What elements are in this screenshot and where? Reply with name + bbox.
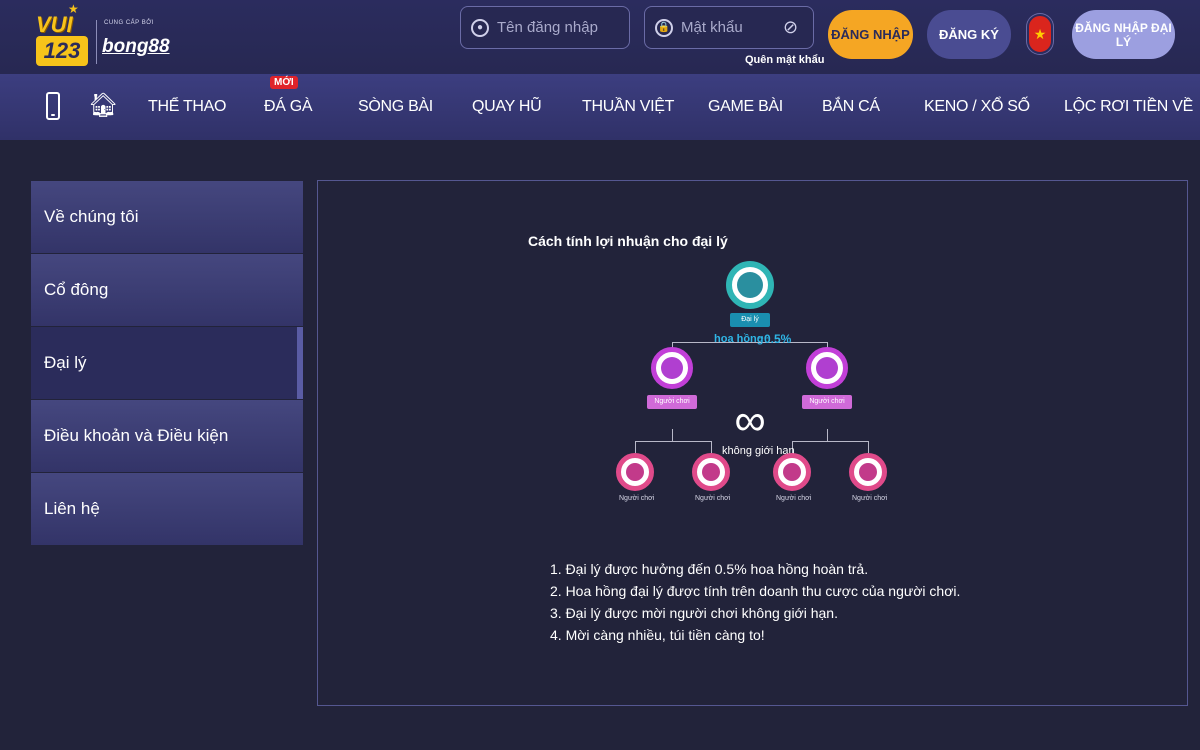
nav-item-da-ga[interactable]: ĐÁ GÀ (264, 98, 313, 116)
username-input[interactable] (497, 19, 617, 36)
benefit-item: 3. Đại lý được mời người chơi không giới… (550, 605, 838, 621)
nav-item-game-bai[interactable]: GAME BÀI (708, 98, 783, 116)
logo-brand-text: bong88 (102, 36, 170, 57)
player-leaf-label: Người chơi (619, 495, 655, 502)
connector-line (868, 441, 869, 453)
player-leaf-node (692, 453, 730, 491)
nav-item-thuan-viet[interactable]: THUẦN VIỆT (582, 98, 674, 116)
connector-line (635, 441, 636, 453)
nav-item-song-bai[interactable]: SÒNG BÀI (358, 98, 433, 116)
site-logo[interactable]: ★ VUI 123 CUNG CẤP BỞI bong88 (30, 2, 170, 70)
logo-divider (96, 20, 97, 64)
logo-provider-text: CUNG CẤP BỞI (104, 20, 155, 26)
player-leaf-label: Người chơi (776, 495, 812, 502)
agent-commission-diagram: Đại lý hoa hồng lên tới 0.5% Người chơi … (608, 261, 898, 531)
sidebar-item-agent[interactable]: Đại lý (31, 327, 303, 399)
player-tag: Người chơi (802, 395, 852, 409)
password-field[interactable]: 🔒 ⊘ (644, 6, 814, 49)
login-button[interactable]: ĐĂNG NHẬP (828, 10, 913, 59)
player-leaf-label: Người chơi (852, 495, 888, 502)
nav-item-keno-xo-so[interactable]: KENO / XỔ SỐ (924, 98, 1030, 116)
sidebar-item-about-us[interactable]: Về chúng tôi (31, 181, 303, 253)
player-leaf-node (849, 453, 887, 491)
phone-icon[interactable] (46, 92, 60, 120)
lock-icon: 🔒 (655, 18, 673, 37)
sidebar-item-terms[interactable]: Điều khoản và Điều kiện (31, 400, 303, 472)
connector-line (827, 429, 828, 441)
player-leaf-node (616, 453, 654, 491)
sidebar-item-contact[interactable]: Liên hệ (31, 473, 303, 545)
benefit-item: 1. Đại lý được hưởng đến 0.5% hoa hồng h… (550, 561, 869, 577)
forgot-password-link[interactable]: Quên mật khẩu (745, 54, 824, 66)
connector-line (792, 441, 868, 442)
main-nav: 🏠︎ THỂ THAO ĐÁ GÀ SÒNG BÀI QUAY HŨ THUẦN… (0, 74, 1200, 140)
commission-prefix: hoa hồng (714, 333, 764, 345)
player-leaf-node (773, 453, 811, 491)
connector-line (711, 441, 712, 453)
eye-off-icon[interactable]: ⊘ (783, 17, 805, 39)
agent-benefits-list: 1. Đại lý được hưởng đến 0.5% hoa hồng h… (550, 558, 960, 646)
player-avatar-icon (626, 463, 644, 481)
sidebar: Về chúng tôi Cổ đông Đại lý Điều khoản v… (31, 181, 303, 546)
player-node (806, 347, 848, 389)
nav-item-the-thao[interactable]: THỂ THAO (148, 98, 227, 116)
agent-node (726, 261, 774, 309)
nav-item-loc-roi-tien-ve[interactable]: LỘC RƠI TIỀN VỀ (1064, 98, 1193, 116)
agent-tag: Đại lý (730, 313, 770, 327)
page-title: Cách tính lợi nhuận cho đại lý (528, 233, 728, 249)
nav-item-ban-ca[interactable]: BẮN CÁ (822, 98, 880, 116)
agent-login-button[interactable]: ĐĂNG NHẬP ĐẠI LÝ (1072, 10, 1175, 59)
content-panel: Cách tính lợi nhuận cho đại lý Đại lý ho… (317, 180, 1188, 706)
commission-value: 0.5% (764, 332, 792, 346)
infinity-icon: ∞ (734, 396, 766, 445)
player-avatar-icon (783, 463, 801, 481)
sidebar-item-shareholders[interactable]: Cổ đông (31, 254, 303, 326)
home-icon[interactable]: 🏠︎ (88, 94, 118, 118)
connector-line (672, 429, 673, 441)
player-avatar-icon (702, 463, 720, 481)
logo-number-text: 123 (36, 36, 88, 66)
player-avatar-icon (859, 463, 877, 481)
user-icon: ● (471, 18, 489, 37)
agent-avatar-icon (737, 272, 763, 298)
header: ★ VUI 123 CUNG CẤP BỞI bong88 ● 🔒 ⊘ Quên… (0, 0, 1200, 74)
password-input[interactable] (681, 19, 781, 36)
nav-item-quay-hu[interactable]: QUAY HŨ (472, 98, 542, 116)
player-node (651, 347, 693, 389)
player-tag: Người chơi (647, 395, 697, 409)
register-button[interactable]: ĐĂNG KÝ (927, 10, 1011, 59)
connector-line (635, 441, 711, 442)
player-avatar-icon (661, 357, 683, 379)
player-avatar-icon (816, 357, 838, 379)
username-field[interactable]: ● (460, 6, 630, 49)
benefit-item: 4. Mời càng nhiều, túi tiền càng to! (550, 627, 765, 643)
new-badge: MỚI (270, 76, 298, 89)
benefit-item: 2. Hoa hồng đại lý được tính trên doanh … (550, 583, 961, 599)
logo-vui-text: VUI (36, 12, 73, 37)
player-leaf-label: Người chơi (695, 495, 731, 502)
vietnam-flag-icon[interactable]: ★ (1027, 14, 1053, 54)
